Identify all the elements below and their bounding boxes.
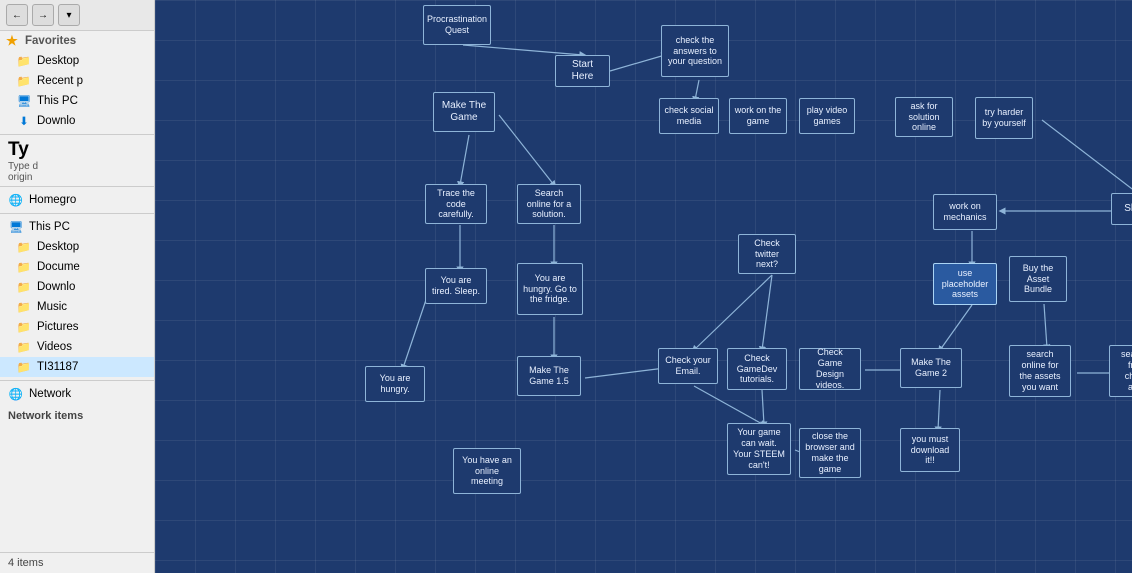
node-make-game-15[interactable]: Make The Game 1.5 <box>517 356 581 396</box>
node-work-mechanics[interactable]: work on mechanics <box>933 194 997 230</box>
folder-icon: 📁 <box>16 239 32 255</box>
node-must-download[interactable]: you must download it!! <box>900 428 960 472</box>
item-count: 4 items <box>8 557 43 569</box>
divider-4 <box>0 380 154 381</box>
sidebar-item-pictures[interactable]: 📁 Pictures <box>0 317 154 337</box>
type-sub: Type d <box>0 161 154 172</box>
sidebar-item-desktop[interactable]: 📁 Desktop <box>0 51 154 71</box>
sidebar-item-homegroup[interactable]: 🌐 Homegro <box>0 190 154 210</box>
node-check-social[interactable]: check social media <box>659 98 719 134</box>
sidebar-item-documents[interactable]: 📁 Docume <box>0 257 154 277</box>
folder-icon: 📁 <box>16 339 32 355</box>
node-search-online[interactable]: Search online for a solution. <box>517 184 581 224</box>
node-try-harder[interactable]: try harder by yourself <box>975 97 1033 139</box>
node-check-email[interactable]: Check your Email. <box>658 348 718 384</box>
divider-2 <box>0 186 154 187</box>
sidebar-footer: 4 items <box>0 552 154 573</box>
node-trace-code[interactable]: Trace the code carefully. <box>425 184 487 224</box>
computer-icon: 🖥 <box>8 219 24 235</box>
folder-icon: 📁 <box>16 279 32 295</box>
type-origin: origin <box>0 172 154 183</box>
node-search-assets[interactable]: search online for the assets you want <box>1009 345 1071 397</box>
node-close-browser[interactable]: close the browser and make the game <box>799 428 861 478</box>
sidebar-item-thispc-fav[interactable]: 🖥 This PC <box>0 91 154 111</box>
sidebar-item-videos[interactable]: 📁 Videos <box>0 337 154 357</box>
node-procrastination-quest[interactable]: Procrastination Quest <box>423 5 491 45</box>
back-button[interactable]: ← <box>6 4 28 26</box>
node-online-meeting[interactable]: You have an online meeting <box>453 448 521 494</box>
folder-icon: 📁 <box>16 259 32 275</box>
divider-1 <box>0 134 154 135</box>
sidebar-item-downloads[interactable]: 📁 Downlo <box>0 277 154 297</box>
node-make-game-2[interactable]: Make The Game 2 <box>900 348 962 388</box>
node-check-answers[interactable]: check the answers to your question <box>661 25 729 77</box>
folder-icon: 📁 <box>16 53 32 69</box>
sidebar-item-recent[interactable]: 📁 Recent p <box>0 71 154 91</box>
monitor-icon: 🖥 <box>16 93 32 109</box>
node-use-placeholder[interactable]: use placeholder assets <box>933 263 997 305</box>
node-check-twitter[interactable]: Check twitter next? <box>738 234 796 274</box>
node-sleep[interactable]: Sleep <box>1111 193 1132 225</box>
type-label: Ty <box>0 138 154 161</box>
sidebar-item-desktop2[interactable]: 📁 Desktop <box>0 237 154 257</box>
node-play-video[interactable]: play video games <box>799 98 855 134</box>
node-check-game-design[interactable]: Check Game Design videos. <box>799 348 861 390</box>
node-start-here[interactable]: Start Here <box>555 55 610 87</box>
sidebar-item-downloads-fav[interactable]: ⬇ Downlo <box>0 111 154 131</box>
sidebar-item-thispc[interactable]: 🖥 This PC <box>0 217 154 237</box>
node-make-the-game[interactable]: Make The Game <box>433 92 495 132</box>
network-icon: 🌐 <box>8 386 24 402</box>
divider-3 <box>0 213 154 214</box>
node-you-tired[interactable]: You are tired. Sleep. <box>425 268 487 304</box>
sidebar-nav: ← → ▾ <box>0 0 154 31</box>
node-you-hungry2[interactable]: You are hungry. <box>365 366 425 402</box>
sidebar-item-network[interactable]: 🌐 Network <box>0 384 154 404</box>
favorites-star-icon: ★ <box>4 33 20 49</box>
flowchart-area: Procrastination Quest Start Here check t… <box>155 0 1132 573</box>
download-icon: ⬇ <box>16 113 32 129</box>
dropdown-button[interactable]: ▾ <box>58 4 80 26</box>
network-items-label: Network items <box>0 404 154 424</box>
folder-icon: 📁 <box>16 359 32 375</box>
node-search-cheaper[interactable]: search for free or cheaper assets <box>1109 345 1132 397</box>
node-work-on-game[interactable]: work on the game <box>729 98 787 134</box>
sidebar-item-ti31187[interactable]: 📁 TI31187 <box>0 357 154 377</box>
node-buy-asset[interactable]: Buy the Asset Bundle <box>1009 256 1067 302</box>
folder-icon: 📁 <box>16 299 32 315</box>
homegroup-icon: 🌐 <box>8 192 24 208</box>
node-check-gamedev[interactable]: Check GameDev tutorials. <box>727 348 787 390</box>
sidebar-item-music[interactable]: 📁 Music <box>0 297 154 317</box>
node-game-can-wait[interactable]: Your game can wait. Your STEEM can't! <box>727 423 791 475</box>
node-ask-solution[interactable]: ask for solution online <box>895 97 953 137</box>
sidebar: ← → ▾ ★ Favorites 📁 Desktop 📁 Recent p 🖥… <box>0 0 155 573</box>
folder-icon: 📁 <box>16 73 32 89</box>
forward-button[interactable]: → <box>32 4 54 26</box>
node-you-hungry-fridge[interactable]: You are hungry. Go to the fridge. <box>517 263 583 315</box>
folder-icon: 📁 <box>16 319 32 335</box>
favorites-header: ★ Favorites <box>0 31 154 51</box>
